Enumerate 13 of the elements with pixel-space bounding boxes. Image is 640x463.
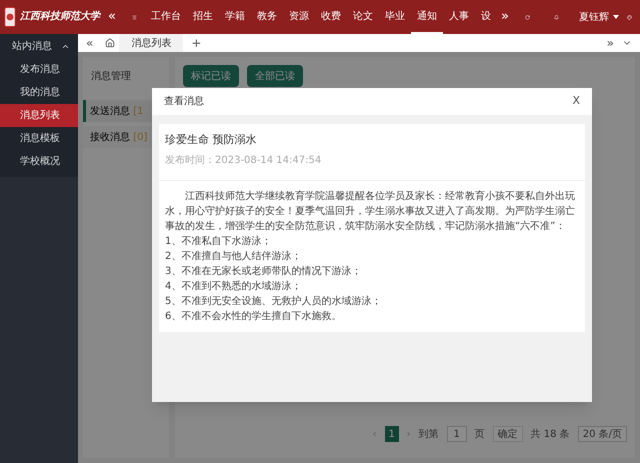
total-count: 共 18 条 (530, 428, 570, 442)
rule-line: 1、不准私自下水游泳； (165, 234, 272, 248)
panel-title: 消息管理 (90, 70, 132, 84)
rule-line: 3、不准在无家长或老师带队的情况下游泳； (165, 264, 362, 278)
rule-line: 2、不准擅自与他人结伴游泳； (165, 250, 302, 264)
message-date: 发布时间：2023-08-14 14:47:54 (165, 154, 322, 168)
rule-line: 6、不准不会水性的学生擅自下水施救。 (165, 310, 342, 324)
message-paragraph: 江西科技师范大学继续教育学院温馨提醒各位学员及家长：经常教育小孩不要私自外出玩水，用心守护好孩子的安全！夏季气温回升，学生溺水事故又进入了高发期。为严防学生溺亡事故的发生，增强学生的安全防范意识，筑牢防溺水安全防线，牢记防溺水措施“六不准”： (165, 190, 576, 234)
page-unit: 页 (474, 428, 485, 442)
rule-line: 5、不准到无安全设施、无救护人员的水域游泳； (165, 294, 382, 308)
logo-text: 江西科技师范大学 (20, 12, 100, 22)
rule-line: 4、不准到不熟悉的水域游泳； (165, 280, 302, 294)
goto-label: 到第 (418, 428, 439, 442)
